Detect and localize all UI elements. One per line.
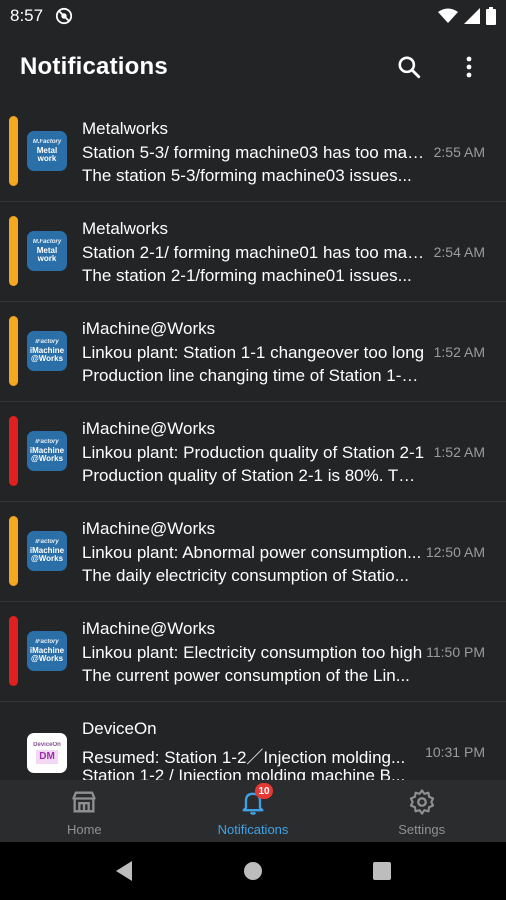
notification-app-name: iMachine@Works — [82, 619, 216, 638]
notification-title: Linkou plant: Production quality of Stat… — [82, 443, 425, 462]
severity-bar — [9, 216, 18, 286]
icon-wordmark: iMachine @Works — [29, 346, 65, 363]
severity-bar — [9, 316, 18, 386]
notification-title: Linkou plant: Electricity consumption to… — [82, 643, 423, 662]
app-bar: Notifications — [0, 32, 506, 102]
notification-body: The daily electricity consumption of Sta… — [82, 566, 409, 585]
notification-list[interactable]: M.Factory Metal work Metalworks Station … — [0, 102, 506, 780]
notification-app-name: iMachine@Works — [82, 319, 216, 338]
notification-app-name: iMachine@Works — [82, 519, 216, 538]
notification-title: Linkou plant: Abnormal power consumption… — [82, 543, 422, 562]
notification-item[interactable]: iFactory iMachine @Works iMachine@Works … — [0, 402, 506, 502]
deviceon-app-icon: DeviceOn DM — [27, 733, 67, 773]
severity-bar — [9, 416, 18, 486]
metalworks-app-icon: M.Factory Metal work — [27, 131, 67, 171]
icon-caption: DeviceOn — [33, 742, 61, 748]
status-time: 8:57 — [10, 6, 44, 25]
notification-body: Station 1-2 / Injection molding machine … — [82, 766, 406, 780]
icon-wordmark: DM — [36, 750, 58, 764]
notification-time: 2:55 AM — [433, 144, 485, 160]
imachine-app-icon: iFactory iMachine @Works — [27, 331, 67, 371]
more-vert-icon — [466, 56, 472, 78]
imachine-app-icon: iFactory iMachine @Works — [27, 431, 67, 471]
notification-title: Resumed: Station 1-2／Injection molding..… — [82, 748, 406, 767]
nav-notifications-label: Notifications — [217, 822, 289, 837]
notification-item[interactable]: M.Factory Metal work Metalworks Station … — [0, 102, 506, 202]
overflow-menu-button[interactable] — [452, 50, 486, 84]
icon-caption: iFactory — [35, 339, 59, 345]
icon-caption: iFactory — [35, 539, 59, 545]
notification-time: 11:50 PM — [426, 644, 485, 660]
icon-wordmark: Metal work — [36, 246, 58, 263]
icon-caption: M.Factory — [32, 239, 62, 245]
notification-app-name: Metalworks — [82, 119, 168, 138]
notification-body: The station 5-3/forming machine03 issues… — [82, 166, 412, 185]
notification-body: The current power consumption of the Lin… — [82, 666, 410, 685]
notification-time: 2:54 AM — [433, 244, 485, 260]
system-nav-bar — [0, 842, 506, 900]
dnd-icon — [55, 7, 73, 25]
store-icon — [72, 791, 96, 813]
battery-icon — [486, 7, 496, 25]
page-title: Notifications — [20, 53, 168, 80]
back-icon[interactable] — [114, 860, 134, 882]
notification-count-badge: 10 — [255, 783, 273, 799]
home-circle-icon[interactable] — [242, 860, 264, 882]
notification-item[interactable]: iFactory iMachine @Works iMachine@Works … — [0, 502, 506, 602]
nav-settings-label: Settings — [398, 822, 446, 837]
nav-home[interactable]: Home — [0, 780, 169, 842]
notification-body: Production line changing time of Station… — [82, 366, 420, 385]
wifi-icon — [438, 8, 458, 23]
status-bar: 8:57 — [0, 0, 506, 32]
search-button[interactable] — [392, 50, 426, 84]
cellular-icon — [464, 8, 480, 24]
notification-time: 10:31 PM — [425, 744, 485, 760]
severity-bar — [9, 516, 18, 586]
notification-time: 1:52 AM — [433, 344, 485, 360]
notification-app-name: DeviceOn — [82, 719, 157, 738]
notification-body: The station 2-1/forming machine01 issues… — [82, 266, 412, 285]
icon-wordmark: iMachine @Works — [29, 446, 65, 463]
notification-app-name: iMachine@Works — [82, 419, 216, 438]
icon-caption: iFactory — [35, 439, 59, 445]
notification-time: 12:50 AM — [425, 544, 485, 560]
notification-body: Production quality of Station 2-1 is 80%… — [82, 466, 420, 485]
imachine-app-icon: iFactory iMachine @Works — [27, 631, 67, 671]
severity-bar — [9, 116, 18, 186]
severity-bar — [9, 616, 18, 686]
notification-title: Linkou plant: Station 1-1 changeover too… — [82, 343, 425, 362]
notification-item[interactable]: iFactory iMachine @Works iMachine@Works … — [0, 302, 506, 402]
bottom-navigation: Home 10 Notifications Settings — [0, 780, 506, 842]
icon-wordmark: Metal work — [36, 146, 58, 163]
search-icon — [398, 56, 421, 79]
notification-item[interactable]: iFactory iMachine @Works iMachine@Works … — [0, 602, 506, 702]
nav-settings[interactable]: Settings — [337, 780, 506, 842]
recents-icon[interactable] — [372, 861, 392, 881]
notification-item[interactable]: M.Factory Metal work Metalworks Station … — [0, 202, 506, 302]
notification-app-name: Metalworks — [82, 219, 168, 238]
nav-home-label: Home — [66, 822, 102, 837]
nav-notifications[interactable]: 10 Notifications — [169, 780, 338, 842]
icon-wordmark: iMachine @Works — [29, 546, 65, 563]
icon-wordmark: iMachine @Works — [29, 646, 65, 663]
gear-icon — [409, 789, 434, 815]
imachine-app-icon: iFactory iMachine @Works — [27, 531, 67, 571]
notification-item[interactable]: DeviceOn DM DeviceOn Resumed: Station 1-… — [0, 702, 506, 780]
notification-title: Station 5-3/ forming machine03 has too m… — [82, 143, 428, 162]
icon-caption: M.Factory — [32, 139, 62, 145]
notification-title: Station 2-1/ forming machine01 has too m… — [82, 243, 428, 262]
notification-time: 1:52 AM — [433, 444, 485, 460]
icon-caption: iFactory — [35, 639, 59, 645]
metalworks-app-icon: M.Factory Metal work — [27, 231, 67, 271]
